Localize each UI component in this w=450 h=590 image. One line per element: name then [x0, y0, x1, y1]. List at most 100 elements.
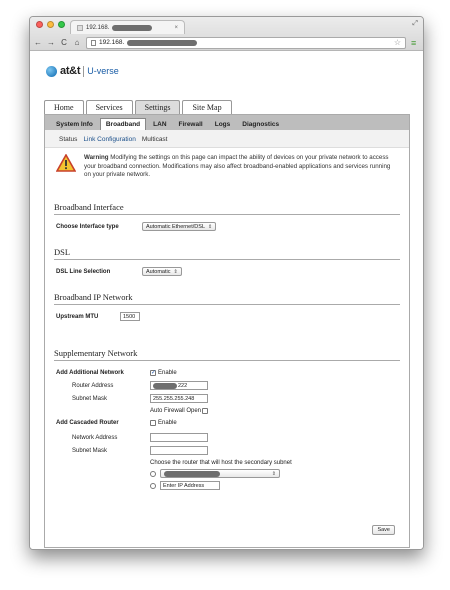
add-network-row: Add Additional Network ✓ Enable [54, 368, 400, 378]
add-network-enable-label: Enable [158, 369, 177, 376]
tab-lan[interactable]: LAN [148, 119, 171, 130]
maximize-window-button[interactable] [58, 21, 65, 28]
browser-window: 192.168. × ⤢ ← → C ⌂ 192.168. ☆ ≡ at&t U… [29, 16, 424, 550]
tab-close-icon[interactable]: × [174, 25, 178, 31]
upstream-mtu-row: Upstream MTU 1500 [54, 312, 400, 322]
tab-firewall[interactable]: Firewall [174, 119, 208, 130]
select-arrows-icon: ⇕ [271, 470, 276, 477]
interface-type-value: Automatic Ethernet/DSL [146, 223, 206, 230]
att-globe-icon [46, 65, 57, 77]
att-uverse-logo: at&t U-verse [46, 65, 119, 77]
warning-message: Warning Modifying the settings on this p… [84, 154, 398, 180]
router-select[interactable]: ⇕ [160, 469, 280, 478]
tab-services[interactable]: Services [85, 100, 133, 114]
tab-broadband[interactable]: Broadband [99, 118, 147, 130]
minimize-window-button[interactable] [47, 21, 54, 28]
att-logo-text: at&t [60, 65, 81, 77]
select-arrows-icon: ⇕ [208, 223, 213, 230]
enter-ip-input[interactable]: Enter IP Address [160, 481, 220, 490]
link-status[interactable]: Status [59, 136, 77, 147]
dsl-line-label: DSL Line Selection [56, 268, 111, 275]
add-cascaded-enable-label: Enable [158, 419, 177, 426]
forward-icon[interactable]: → [47, 38, 55, 47]
tab-settings[interactable]: Settings [134, 100, 181, 114]
add-network-label: Add Additional Network [56, 369, 124, 376]
interface-type-select[interactable]: Automatic Ethernet/DSL ⇕ [142, 222, 217, 231]
router-address-input[interactable]: 222 [150, 381, 208, 390]
redaction-mark [127, 39, 198, 46]
back-icon[interactable]: ← [34, 38, 42, 47]
page-favicon-icon [77, 24, 83, 31]
settings-panel: System Info Broadband LAN Firewall Logs … [44, 114, 410, 548]
add-cascaded-row: Add Cascaded Router Enable [54, 418, 400, 428]
network-address-label: Network Address [72, 434, 118, 441]
tab-diagnostics[interactable]: Diagnostics [237, 119, 284, 130]
broadband-content: Status Link Configuration Multicast Warn… [45, 130, 409, 491]
subnet-mask-label: Subnet Mask [72, 395, 108, 402]
subnet-mask-input[interactable]: 255.255.255.248 [150, 394, 208, 403]
section-broadband-ip-network: Broadband IP Network [54, 292, 400, 305]
home-icon[interactable]: ⌂ [73, 38, 81, 47]
close-window-button[interactable] [36, 21, 43, 28]
link-multicast[interactable]: Multicast [142, 136, 168, 147]
warning-text: Modifying the settings on this page can … [84, 154, 391, 178]
navigation-row: ← → C ⌂ 192.168. ☆ ≡ [34, 36, 419, 49]
save-button[interactable]: Save [372, 525, 395, 535]
network-address-input[interactable] [150, 433, 208, 442]
section-supplementary-network: Supplementary Network [54, 348, 400, 361]
tab-site-map[interactable]: Site Map [182, 100, 232, 114]
router-select-row: ⇕ [54, 469, 400, 479]
choose-router-text: Choose the router that will host the sec… [150, 459, 292, 466]
broadband-sub-nav: Status Link Configuration Multicast [45, 130, 409, 148]
redaction-mark [153, 382, 177, 389]
router-select-radio[interactable] [150, 470, 156, 477]
logo-divider [83, 65, 85, 77]
main-nav-tabs: Home Services Settings Site Map [44, 100, 232, 114]
router-address-value: 222 [178, 382, 188, 389]
url-text: 192.168. [99, 39, 125, 46]
auto-firewall-label: Auto Firewall Open [150, 407, 202, 414]
browser-tab[interactable]: 192.168. × [70, 20, 185, 34]
tab-logs[interactable]: Logs [210, 119, 236, 130]
interface-type-label: Choose Interface type [56, 223, 119, 230]
upstream-mtu-label: Upstream MTU [56, 313, 99, 320]
settings-sub-tabs: System Info Broadband LAN Firewall Logs … [45, 115, 409, 130]
subnet-mask-row: Subnet Mask 255.255.255.248 [54, 394, 400, 404]
tab-title: 192.168. [86, 24, 110, 31]
link-link-configuration[interactable]: Link Configuration [83, 136, 135, 147]
cascaded-subnet-row: Subnet Mask [54, 446, 400, 456]
network-address-row: Network Address [54, 433, 400, 443]
browser-toolbar: 192.168. × ⤢ ← → C ⌂ 192.168. ☆ ≡ [30, 17, 423, 51]
uverse-logo-text: U-verse [87, 66, 119, 76]
auto-firewall-checkbox[interactable] [202, 407, 209, 414]
section-dsl: DSL [54, 247, 400, 260]
cascaded-subnet-input[interactable] [150, 446, 208, 455]
section-broadband-interface: Broadband Interface [54, 202, 400, 215]
browser-menu-icon[interactable]: ≡ [411, 38, 419, 48]
add-cascaded-checkbox[interactable] [150, 419, 156, 426]
choose-router-row: Choose the router that will host the sec… [54, 458, 400, 468]
enter-ip-row: Enter IP Address [54, 481, 400, 491]
router-address-row: Router Address 222 [54, 381, 400, 391]
page-icon [91, 39, 96, 46]
dsl-line-select[interactable]: Automatic ⇕ [142, 267, 182, 276]
interface-type-row: Choose Interface type Automatic Ethernet… [54, 222, 400, 232]
warning-box: Warning Modifying the settings on this p… [54, 148, 400, 180]
add-cascaded-label: Add Cascaded Router [56, 419, 119, 426]
redaction-mark [112, 24, 153, 31]
add-network-checkbox[interactable]: ✓ [150, 369, 156, 376]
fullscreen-icon[interactable]: ⤢ [412, 20, 418, 28]
enter-ip-radio[interactable] [150, 482, 156, 489]
upstream-mtu-input[interactable]: 1500 [120, 312, 140, 321]
bookmark-star-icon[interactable]: ☆ [394, 38, 401, 47]
address-bar[interactable]: 192.168. ☆ [86, 36, 406, 49]
tab-home[interactable]: Home [44, 100, 84, 114]
select-arrows-icon: ⇕ [173, 268, 178, 275]
tab-system-info[interactable]: System Info [51, 119, 98, 130]
reload-icon[interactable]: C [60, 38, 68, 47]
dsl-line-value: Automatic [146, 268, 171, 275]
page-content: at&t U-verse Home Services Settings Site… [30, 51, 423, 549]
window-controls [36, 21, 65, 28]
dsl-line-row: DSL Line Selection Automatic ⇕ [54, 267, 400, 277]
warning-heading: Warning [84, 154, 109, 161]
